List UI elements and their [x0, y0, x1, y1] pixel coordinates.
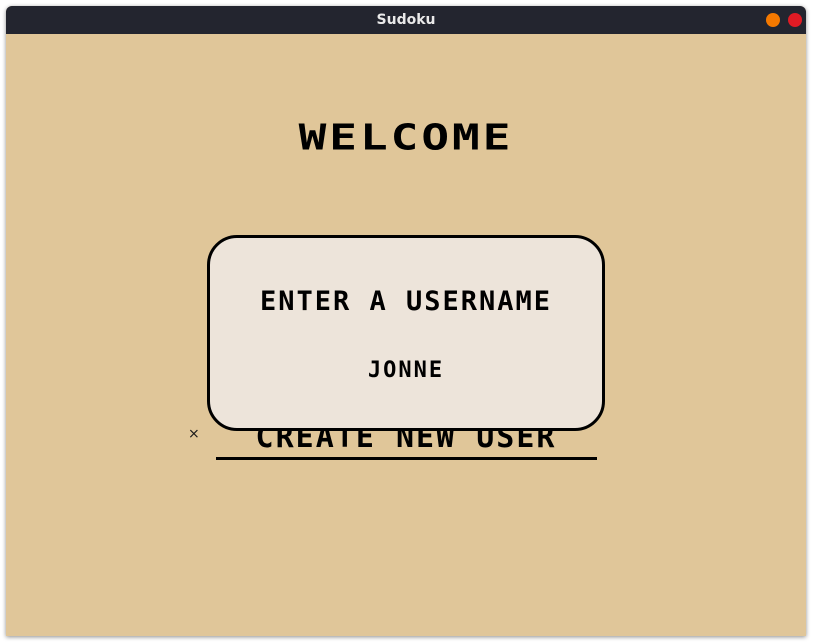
minimize-button[interactable] — [766, 13, 780, 27]
close-button[interactable] — [788, 13, 802, 27]
cursor-marker-icon: ⨯ — [188, 426, 200, 442]
create-user-underline — [216, 457, 597, 460]
username-dialog: ENTER A USERNAME JONNE — [207, 235, 605, 431]
title-bar[interactable]: Sudoku — [6, 6, 806, 34]
dialog-title: ENTER A USERNAME — [259, 286, 553, 317]
window-title: Sudoku — [376, 12, 436, 28]
app-window: Sudoku WELCOME ⨯ CREATE NEW USER ENTER A… — [6, 6, 806, 636]
username-input[interactable]: JONNE — [256, 354, 556, 388]
welcome-heading: WELCOME — [298, 115, 514, 159]
